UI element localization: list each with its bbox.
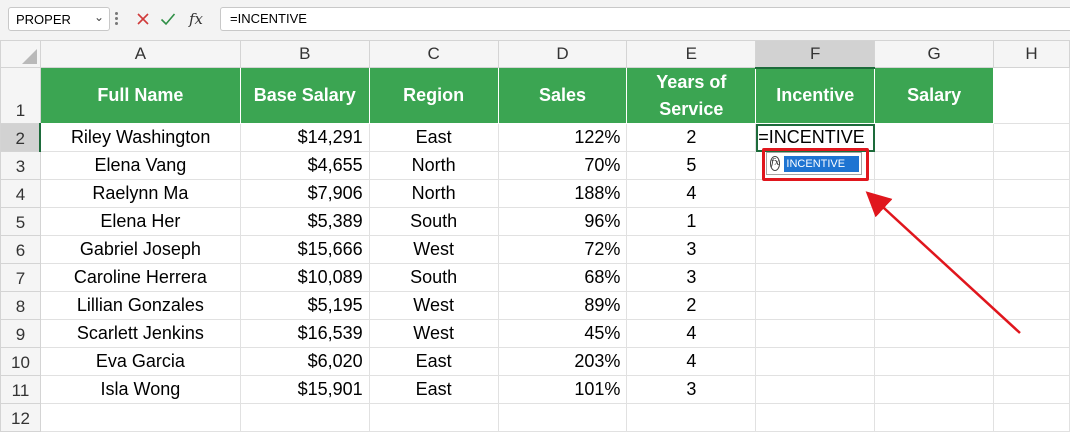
annotation-arrow bbox=[865, 191, 1021, 334]
